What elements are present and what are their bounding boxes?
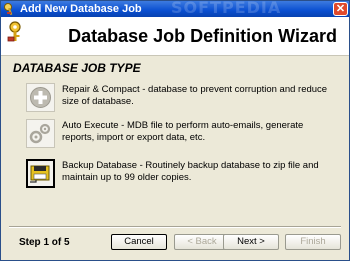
watermark: SOFTPEDIA <box>171 0 282 17</box>
job-option-backup-database[interactable]: Backup Database - Routinely backup datab… <box>26 159 336 189</box>
plus-circle-icon <box>30 87 51 108</box>
backup-database-description: Backup Database - Routinely backup datab… <box>62 160 319 183</box>
backup-disk-icon <box>30 165 50 183</box>
wizard-header: Database Job Definition Wizard <box>1 17 349 56</box>
footer-divider <box>9 226 341 228</box>
section-title: DATABASE JOB TYPE <box>13 61 141 75</box>
repair-option-button[interactable] <box>26 83 55 112</box>
back-button[interactable]: < Back <box>174 234 230 250</box>
step-indicator: Step 1 of 5 <box>19 237 70 248</box>
job-option-repair-compact[interactable]: Repair & Compact - database to prevent c… <box>26 83 336 113</box>
app-key-icon <box>4 3 13 16</box>
job-option-auto-execute[interactable]: Auto Execute - MDB file to perform auto-… <box>26 119 336 149</box>
repair-compact-description: Repair & Compact - database to prevent c… <box>62 84 328 107</box>
backup-option-button[interactable] <box>26 159 55 188</box>
wizard-heading: Database Job Definition Wizard <box>68 26 337 46</box>
next-button[interactable]: Next > <box>223 234 279 250</box>
close-button[interactable]: ✕ <box>333 2 348 16</box>
auto-execute-description: Auto Execute - MDB file to perform auto-… <box>62 120 304 143</box>
wizard-key-icon <box>7 21 21 42</box>
auto-execute-option-button[interactable] <box>26 119 55 148</box>
title-bar[interactable]: Add New Database Job SOFTPEDIA ✕ <box>1 0 349 17</box>
gears-icon <box>29 123 51 144</box>
window-title: Add New Database Job <box>20 3 142 15</box>
finish-button[interactable]: Finish <box>285 234 341 250</box>
wizard-window: Add New Database Job SOFTPEDIA ✕ Databas… <box>0 0 350 261</box>
cancel-button[interactable]: Cancel <box>111 234 167 250</box>
